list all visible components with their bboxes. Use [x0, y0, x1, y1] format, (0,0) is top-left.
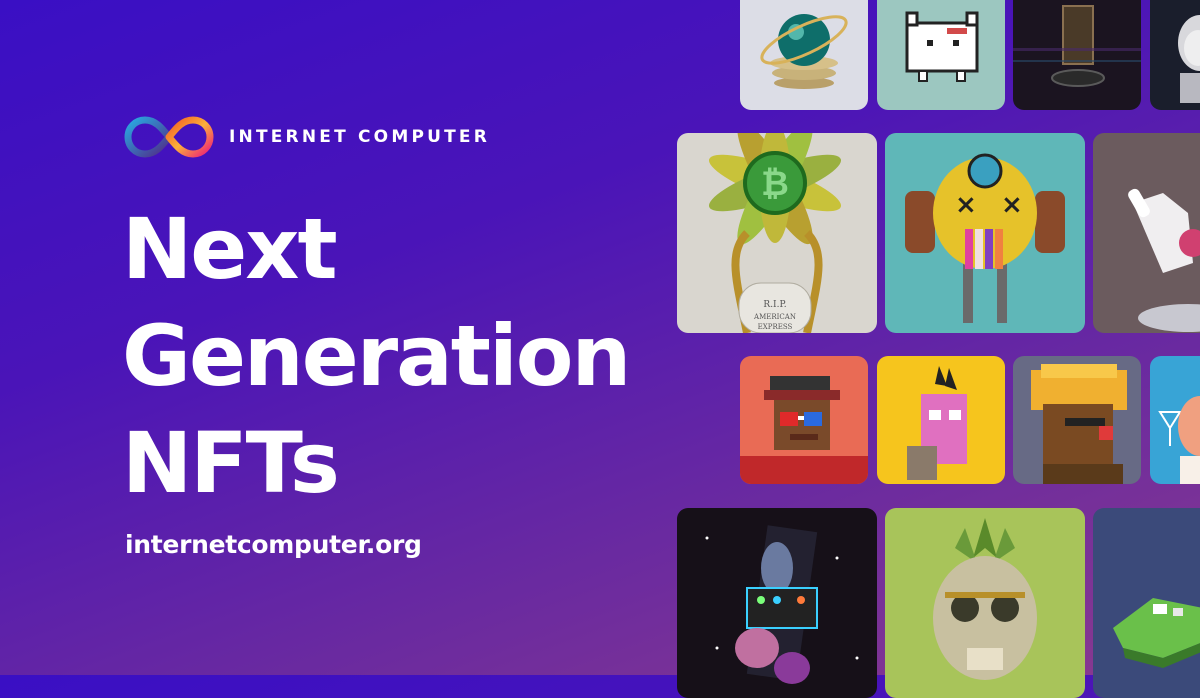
internet-computer-logo: INTERNET COMPUTER — [123, 114, 490, 160]
website-url: internetcomputer.org — [125, 530, 422, 559]
nft-space-dino — [677, 508, 877, 698]
svg-text:R.I.P.: R.I.P. — [763, 300, 786, 310]
nft-voxel-island — [1093, 508, 1200, 698]
headline: Next Generation NFTs — [122, 196, 642, 517]
nft-green-skull — [885, 508, 1085, 698]
nft-yellow-robot: × × — [885, 133, 1085, 333]
nft-robot-bust — [1150, 0, 1200, 110]
headline-line-3: NFTs — [122, 414, 340, 512]
nft-pixel-punk — [740, 356, 868, 484]
headline-line-1: Next — [122, 200, 338, 298]
nft-pixel-cat — [877, 0, 1005, 110]
nft-robot-hand — [1093, 133, 1200, 333]
nft-pixel-monkey — [1013, 356, 1141, 484]
nft-gold-sphere — [740, 0, 868, 110]
nft-bitcoin-flower: ₿ R.I.P. AMERICAN EXPRESS — [677, 133, 877, 333]
infinity-logo-icon — [124, 116, 214, 158]
nft-cocktail-character — [1150, 356, 1200, 484]
svg-text:×: × — [955, 190, 977, 220]
svg-text:EXPRESS: EXPRESS — [758, 323, 793, 331]
svg-text:₿: ₿ — [761, 164, 789, 204]
nft-dark-tablet — [1013, 0, 1141, 110]
headline-line-2: Generation — [122, 307, 631, 405]
nft-pink-block — [877, 356, 1005, 484]
svg-text:AMERICAN: AMERICAN — [753, 313, 796, 321]
svg-text:×: × — [1001, 190, 1023, 220]
brand-name: INTERNET COMPUTER — [229, 127, 491, 147]
